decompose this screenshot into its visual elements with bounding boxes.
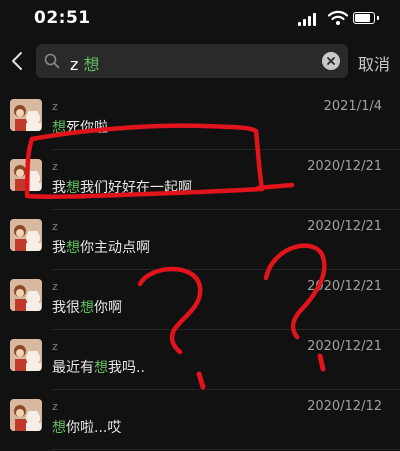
status-time: 02:51 (34, 8, 91, 28)
result-message: 想死你啦 (52, 117, 108, 137)
clear-icon[interactable] (322, 52, 340, 70)
result-sender: z (52, 400, 58, 413)
result-date: 2020/12/21 (307, 279, 382, 294)
avatar (10, 339, 42, 371)
search-result-row[interactable]: z 想死你啦 2021/1/4 (0, 90, 400, 150)
battery-icon (353, 12, 379, 24)
result-message-pre: 最近有 (52, 360, 94, 376)
result-sender: z (52, 340, 58, 353)
cancel-button[interactable]: 取消 (358, 51, 390, 75)
result-message-post: 死你啦 (66, 120, 108, 136)
search-query-prefix: z (70, 55, 84, 74)
search-query-keyword: 想 (83, 55, 100, 74)
result-message-keyword: 想 (80, 300, 94, 316)
result-message-post: 你啦...哎 (66, 420, 122, 436)
result-message: 最近有想我吗.. (52, 357, 145, 377)
result-date: 2020/12/21 (307, 339, 382, 354)
avatar (10, 219, 42, 251)
result-message: 我想你主动点啊 (52, 237, 150, 257)
search-result-row[interactable]: z 我很想你啊 2020/12/21 (0, 270, 400, 330)
search-results-list: z 想死你啦 2021/1/4 z 我想我们好好在一起啊 2020/12/21 z 我想你主动… (0, 90, 400, 450)
result-sender: z (52, 160, 58, 173)
result-sender: z (52, 220, 58, 233)
result-message-post: 你啊 (94, 300, 122, 316)
result-sender: z (52, 100, 58, 113)
result-message-keyword: 想 (66, 180, 80, 196)
clear-x-glyph (327, 57, 335, 65)
avatar (10, 399, 42, 431)
status-bar: 02:51 (0, 0, 400, 38)
result-message-keyword: 想 (52, 420, 66, 436)
result-message-post: 我吗.. (108, 360, 145, 376)
signal-icon (298, 12, 320, 26)
result-message-keyword: 想 (52, 120, 66, 136)
status-icons (298, 10, 380, 28)
avatar (10, 99, 42, 131)
search-header: z 想 取消 (0, 38, 400, 88)
result-message: 想你啦...哎 (52, 417, 121, 437)
result-message-post: 我们好好在一起啊 (80, 180, 192, 196)
result-sender: z (52, 280, 58, 293)
result-message-keyword: 想 (94, 360, 108, 376)
avatar (10, 279, 42, 311)
back-chevron-icon[interactable] (8, 48, 28, 74)
search-result-row[interactable]: z 想你啦...哎 2020/12/12 (0, 390, 400, 450)
wifi-icon (328, 10, 348, 25)
result-message-pre: 我 (52, 180, 66, 196)
result-date: 2020/12/21 (307, 159, 382, 174)
result-date: 2021/1/4 (323, 99, 382, 114)
result-date: 2020/12/12 (307, 399, 382, 414)
search-result-row[interactable]: z 我想你主动点啊 2020/12/21 (0, 210, 400, 270)
result-message-post: 你主动点啊 (80, 240, 150, 256)
result-message: 我想我们好好在一起啊 (52, 177, 192, 197)
result-message-keyword: 想 (66, 240, 80, 256)
search-result-row[interactable]: z 最近有想我吗.. 2020/12/21 (0, 330, 400, 390)
result-date: 2020/12/21 (307, 219, 382, 234)
search-result-row[interactable]: z 我想我们好好在一起啊 2020/12/21 (0, 150, 400, 210)
result-message-pre: 我 (52, 240, 66, 256)
avatar (10, 159, 42, 191)
result-message-pre: 我很 (52, 300, 80, 316)
result-message: 我很想你啊 (52, 297, 122, 317)
search-query: z 想 (70, 51, 100, 75)
search-icon (44, 53, 60, 69)
search-input[interactable]: z 想 (36, 44, 348, 78)
